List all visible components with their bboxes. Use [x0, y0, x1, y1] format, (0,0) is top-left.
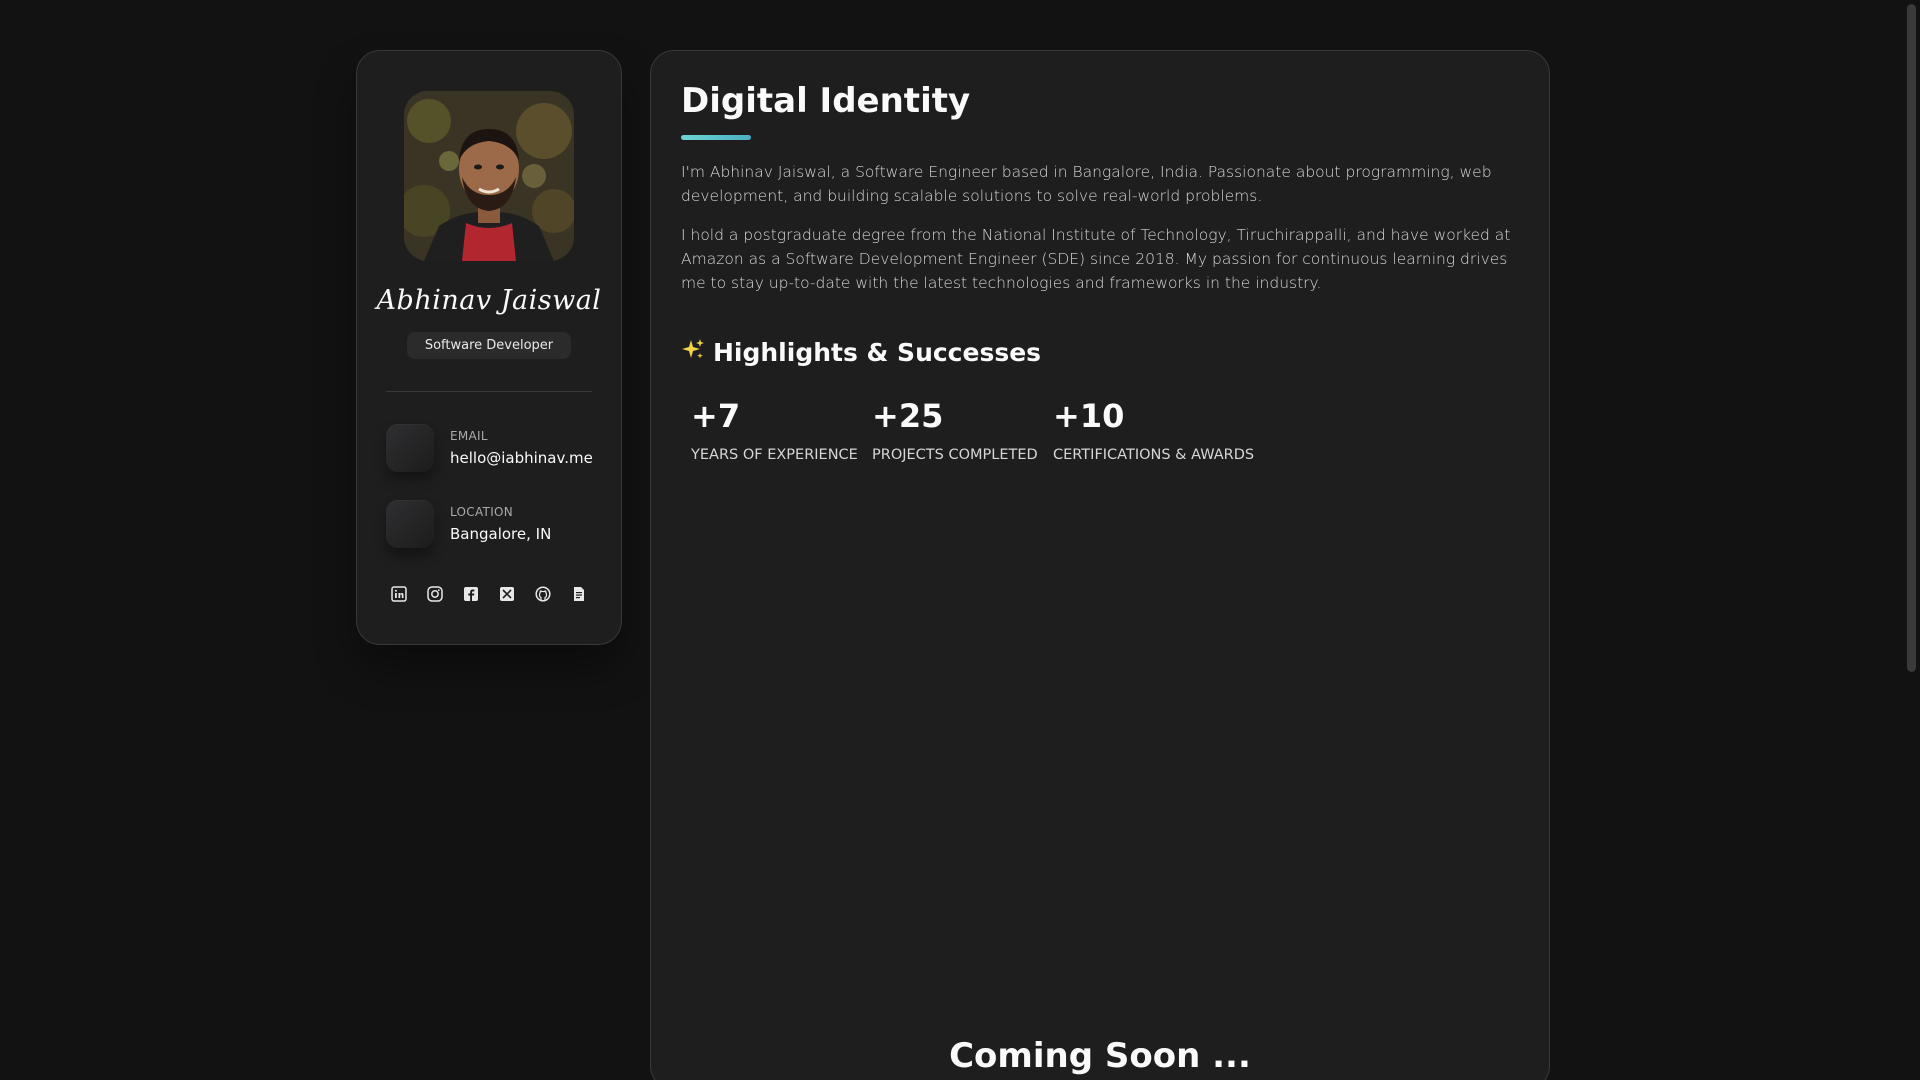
sparkles-icon [681, 337, 705, 367]
stat-item: +10 CERTIFICATIONS & AWARDS [1053, 397, 1255, 463]
main-panel: Digital Identity I'm Abhinav Jaiswal, a … [650, 50, 1550, 1080]
title-underline [681, 135, 751, 140]
stat-value: +10 [1053, 397, 1125, 435]
x-icon[interactable] [499, 586, 515, 602]
contact-label: EMAIL [450, 429, 488, 443]
stat-label: PROJECTS COMPLETED [872, 447, 1038, 463]
location-value: Bangalore, IN [450, 525, 552, 543]
highlights-heading: Highlights & Successes [681, 337, 1519, 367]
avatar [404, 91, 574, 261]
mail-icon [386, 424, 434, 472]
instagram-icon[interactable] [427, 586, 443, 602]
profile-name: Abhinav Jaiswal [376, 285, 602, 316]
stat-item: +25 PROJECTS COMPLETED [872, 397, 1053, 463]
sidebar-divider [386, 391, 592, 392]
stat-item: +7 YEARS OF EXPERIENCE [691, 397, 872, 463]
linkedin-icon[interactable] [391, 586, 407, 602]
social-links [391, 586, 587, 602]
about-section: I'm Abhinav Jaiswal, a Software Engineer… [681, 160, 1519, 295]
stats-row: +7 YEARS OF EXPERIENCE +25 PROJECTS COMP… [691, 397, 1519, 463]
stat-label: CERTIFICATIONS & AWARDS [1053, 447, 1255, 463]
avatar-image [404, 91, 574, 261]
role-badge: Software Developer [406, 332, 572, 359]
facebook-icon[interactable] [463, 586, 479, 602]
contact-item-location: LOCATION Bangalore, IN [386, 500, 592, 548]
contact-item-email: EMAIL hello@iabhinav.me [386, 424, 593, 472]
stat-value: +7 [691, 397, 741, 435]
profile-sidebar: Abhinav Jaiswal Software Developer EMAIL… [356, 50, 622, 645]
location-icon [386, 500, 434, 548]
coming-soon-text: Coming Soon ... [949, 1036, 1251, 1076]
stat-label: YEARS OF EXPERIENCE [691, 447, 858, 463]
email-link[interactable]: hello@iabhinav.me [450, 449, 593, 467]
github-icon[interactable] [535, 586, 551, 602]
scrollbar-thumb[interactable] [1907, 4, 1916, 672]
page: Abhinav Jaiswal Software Developer EMAIL… [0, 0, 1920, 1080]
about-paragraph: I hold a postgraduate degree from the Na… [681, 226, 1511, 292]
contact-label: LOCATION [450, 505, 514, 519]
page-title: Digital Identity [681, 81, 971, 121]
stat-value: +25 [872, 397, 944, 435]
scrollbar[interactable] [1903, 0, 1920, 1080]
resume-icon[interactable] [571, 586, 587, 602]
about-paragraph: I'm Abhinav Jaiswal, a Software Engineer… [681, 163, 1492, 205]
contact-list: EMAIL hello@iabhinav.me LOCATION Bangalo… [386, 424, 593, 576]
highlights-title: Highlights & Successes [713, 337, 1042, 367]
